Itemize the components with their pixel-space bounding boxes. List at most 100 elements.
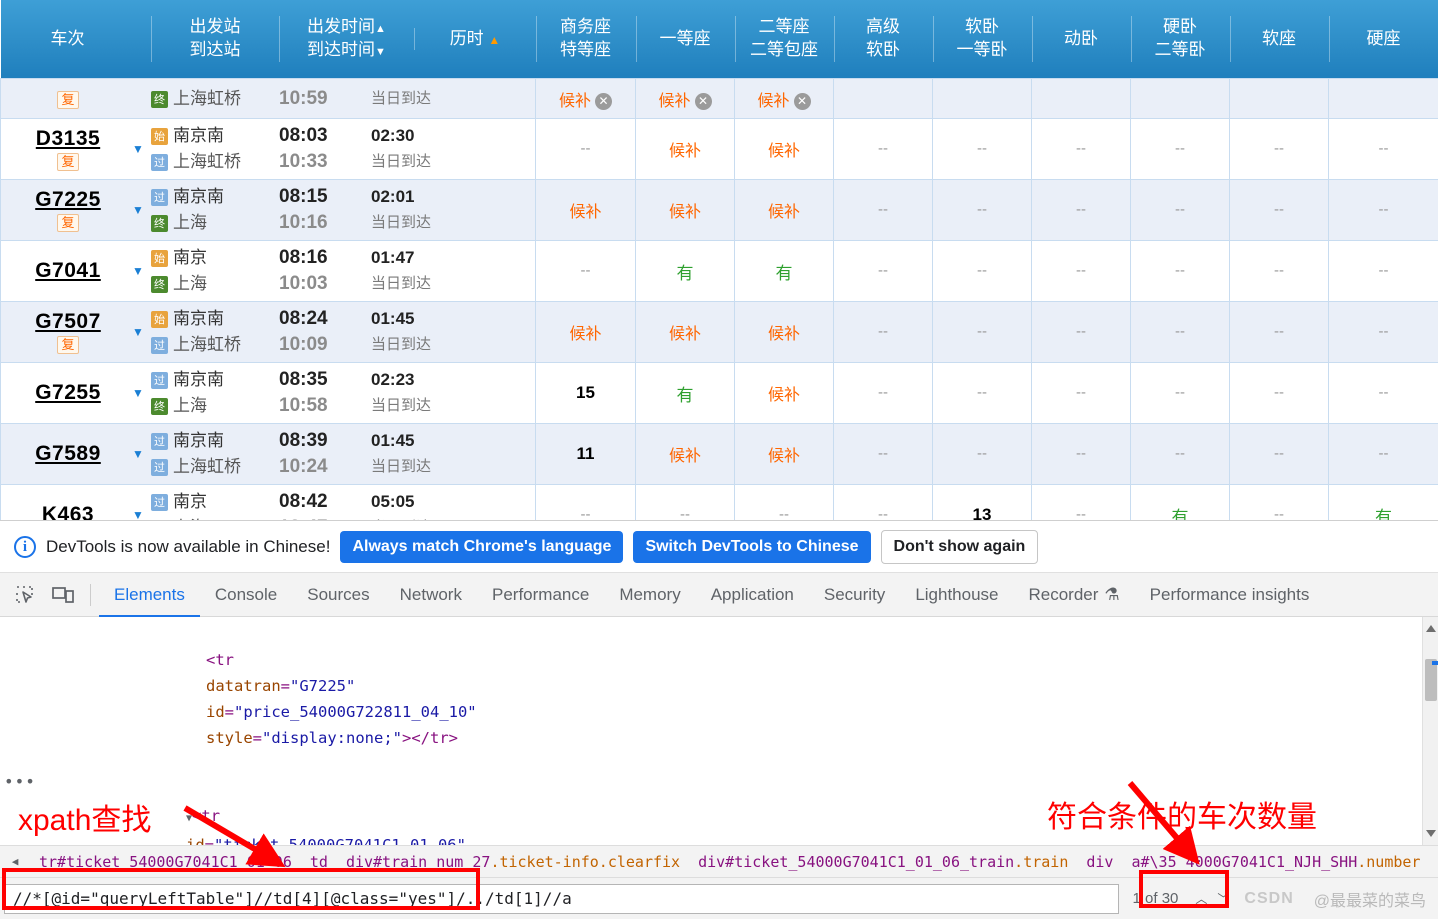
tab-security[interactable]: Security [809,573,900,617]
seat-availability-cell[interactable]: -- [1230,302,1329,363]
seat-availability-cell[interactable]: 有 [1131,485,1230,521]
expand-row-caret-icon[interactable]: ▼ [125,447,151,461]
seat-availability-cell[interactable]: 候补 [536,180,636,241]
seat-availability-cell[interactable]: 有 [636,241,735,302]
seat-availability-cell[interactable]: 11 [536,424,636,485]
sort-ascending-icon[interactable]: ▲ [375,23,386,35]
seat-availability-cell[interactable]: 候补✕ [536,79,636,119]
breadcrumb-item[interactable]: div#train_num_27.ticket-info.clearfix [337,853,689,871]
seat-availability-cell[interactable]: -- [636,485,735,521]
seat-availability-cell[interactable]: -- [1032,180,1131,241]
tab-elements[interactable]: Elements [99,573,200,617]
seat-availability-cell[interactable]: 有 [1329,485,1438,521]
expand-row-caret-icon[interactable]: ▼ [125,264,151,278]
expand-row-caret-icon[interactable]: ▼ [125,142,151,156]
seat-availability-cell[interactable]: -- [1032,119,1131,180]
seat-availability-cell[interactable]: 候补 [735,180,834,241]
seat-availability-cell[interactable]: -- [834,424,933,485]
train-number-cell[interactable]: G7507复 [11,310,125,354]
tab-application[interactable]: Application [696,573,809,617]
seat-availability-cell[interactable]: -- [735,485,834,521]
seat-availability-cell[interactable]: 候补 [735,363,834,424]
seat-availability-cell[interactable]: -- [1230,363,1329,424]
seat-availability-cell[interactable]: -- [933,180,1032,241]
seat-availability-cell[interactable]: -- [536,241,636,302]
scroll-up-arrow-icon[interactable] [1426,625,1436,632]
device-toolbar-icon[interactable] [48,580,78,610]
train-number-link[interactable]: G7041 [11,259,125,283]
inspect-element-icon[interactable] [10,580,40,610]
seat-availability-cell[interactable]: 候补 [735,424,834,485]
seat-availability-cell[interactable]: -- [834,363,933,424]
scroll-down-arrow-icon[interactable] [1426,830,1436,837]
seat-availability-cell[interactable]: 候补 [636,180,735,241]
search-input[interactable] [4,884,1119,914]
seat-availability-cell[interactable]: -- [1131,180,1230,241]
seat-availability-cell[interactable]: 候补 [735,119,834,180]
dom-line-1[interactable]: <tr datatran="G7225" id="price_54000G722… [0,621,1438,777]
seat-availability-cell[interactable]: -- [1230,424,1329,485]
tab-sources[interactable]: Sources [292,573,384,617]
train-number-link[interactable]: G7225 [11,188,125,212]
switch-devtools-chinese-button[interactable]: Switch DevTools to Chinese [633,531,870,563]
seat-availability-cell[interactable]: -- [834,119,933,180]
seat-availability-cell[interactable]: -- [834,241,933,302]
tab-recorder[interactable]: Recorder⚗ [1014,573,1135,617]
seat-availability-cell[interactable]: -- [1329,363,1438,424]
train-number-cell[interactable]: G7041 [11,259,125,283]
seat-availability-cell[interactable]: -- [1032,485,1131,521]
table-row[interactable]: G7507复▼始南京南过上海虹桥08:2410:0901:45当日到达候补候补候… [1,302,1438,363]
dom-more-button[interactable]: ••• [4,769,36,795]
tab-console[interactable]: Console [200,573,292,617]
seat-availability-cell[interactable]: -- [933,119,1032,180]
seat-availability-cell[interactable]: -- [834,485,933,521]
th-train-no[interactable]: 车次 [11,28,125,51]
breadcrumb-scroll-left-icon[interactable]: ◀ [0,855,30,868]
seat-availability-cell[interactable]: -- [933,241,1032,302]
tab-lighthouse[interactable]: Lighthouse [900,573,1013,617]
seat-availability-cell[interactable]: -- [1131,363,1230,424]
breadcrumb-scroll-right-icon[interactable]: ▶ [1429,855,1438,868]
seat-availability-cell[interactable]: -- [1329,424,1438,485]
seat-availability-cell[interactable]: -- [1131,302,1230,363]
breadcrumb-item[interactable]: a#\35 4000G7041C1_NJH_SHH.number [1122,853,1429,871]
seat-availability-cell[interactable]: -- [1032,302,1131,363]
seat-availability-cell[interactable]: -- [1230,485,1329,521]
seat-availability-cell[interactable]: 13 [933,485,1032,521]
dom-scrollbar[interactable] [1422,617,1438,845]
train-number-link[interactable]: G7507 [11,310,125,334]
seat-availability-cell[interactable]: -- [933,363,1032,424]
train-number-cell[interactable]: G7225复 [11,188,125,232]
table-row[interactable]: K463▼过南京终上海08:4213:4705:05当日到达--------13… [1,485,1438,521]
seat-availability-cell[interactable]: -- [1230,180,1329,241]
seat-availability-cell[interactable]: 候补 [735,302,834,363]
table-row[interactable]: 复终上海虹桥10:59当日到达候补✕候补✕候补✕ [1,79,1438,119]
expand-row-caret-icon[interactable]: ▼ [125,508,151,520]
table-row[interactable]: D3135复▼始南京南过上海虹桥08:0310:3302:30当日到达--候补候… [1,119,1438,180]
train-number-cell[interactable]: K463 [11,503,125,520]
train-number-link[interactable]: G7255 [11,381,125,405]
seat-availability-cell[interactable]: -- [933,302,1032,363]
seat-availability-cell[interactable]: -- [1131,424,1230,485]
train-number-link[interactable]: K463 [11,503,125,520]
seat-availability-cell[interactable]: -- [1131,119,1230,180]
breadcrumb-item[interactable]: div#ticket_54000G7041C1_01_06_train.trai… [689,853,1077,871]
seat-availability-cell[interactable]: 候补 [636,302,735,363]
seat-availability-cell[interactable]: -- [1329,180,1438,241]
expand-row-caret-icon[interactable]: ▼ [125,325,151,339]
th-stations[interactable]: 出发站 到达站 [151,16,279,62]
train-number-cell[interactable]: G7589 [11,442,125,466]
seat-availability-cell[interactable]: 候补✕ [735,79,834,119]
seat-availability-cell[interactable]: -- [1329,302,1438,363]
search-prev-icon[interactable]: ︿ [1192,890,1210,907]
seat-availability-cell[interactable]: -- [1329,119,1438,180]
seat-availability-cell[interactable]: -- [834,302,933,363]
search-next-icon[interactable]: ﹀ [1214,890,1232,907]
sort-duration-ascending-icon[interactable]: ▲ [488,33,500,47]
seat-availability-cell[interactable]: -- [1329,241,1438,302]
seat-availability-cell[interactable]: -- [1230,241,1329,302]
seat-availability-cell[interactable]: -- [933,424,1032,485]
dom-line-2[interactable]: ▼<tr id="ticket_54000G7041C1_01_06" clas… [0,777,1438,845]
table-row[interactable]: G7589▼过南京南过上海虹桥08:3910:2401:45当日到达11候补候补… [1,424,1438,485]
table-row[interactable]: G7255▼过南京南终上海08:3510:5802:23当日到达15有候补---… [1,363,1438,424]
